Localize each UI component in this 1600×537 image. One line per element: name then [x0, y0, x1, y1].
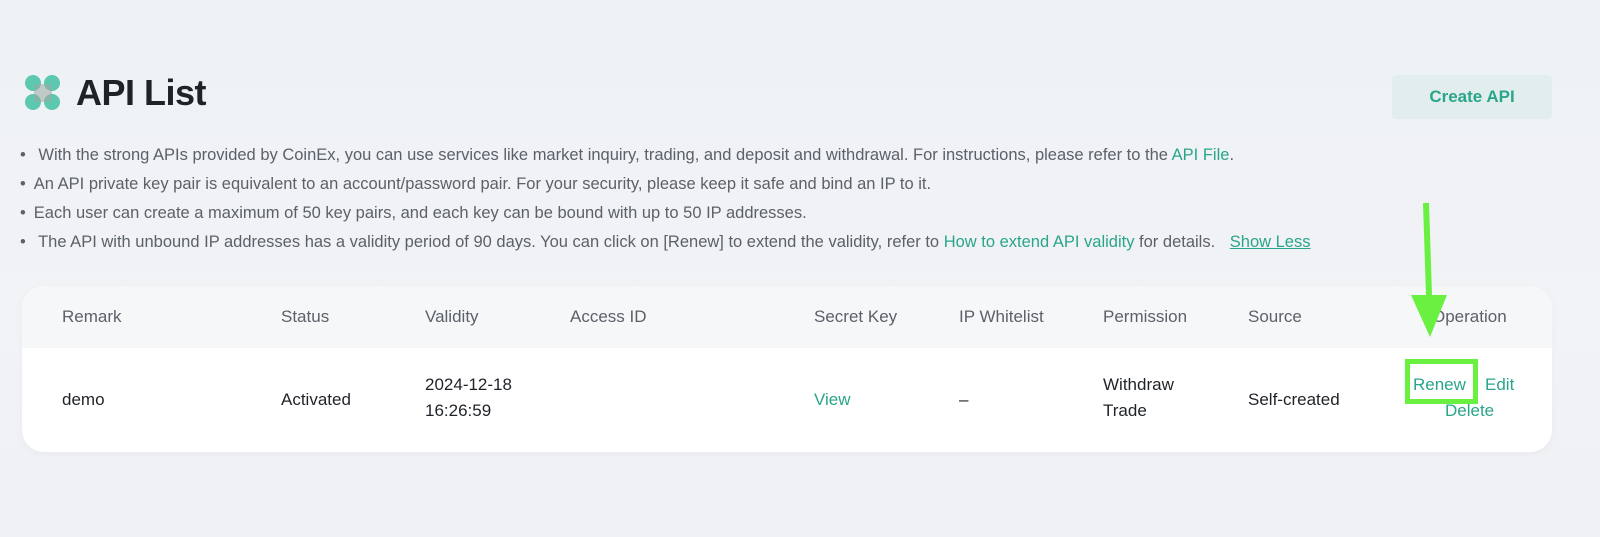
- api-file-link[interactable]: API File: [1172, 146, 1230, 164]
- col-operation: Operation: [1432, 307, 1507, 326]
- page-title: API List: [76, 72, 207, 113]
- note-text: Each user can create a maximum of 50 key…: [33, 204, 807, 222]
- cell-remark: demo: [62, 390, 105, 409]
- extend-validity-link[interactable]: How to extend API validity: [944, 233, 1135, 251]
- edit-button[interactable]: Edit: [1485, 372, 1514, 398]
- col-ip-whitelist: IP Whitelist: [959, 307, 1044, 326]
- validity-time: 16:26:59: [425, 401, 492, 420]
- cell-validity: 2024-12-18 16:26:59: [425, 372, 512, 424]
- page-header: API List: [25, 72, 207, 114]
- col-permission: Permission: [1103, 307, 1188, 326]
- cell-status: Activated: [281, 390, 351, 409]
- col-source: Source: [1248, 307, 1302, 326]
- note-item: The API with unbound IP addresses has a …: [20, 230, 1310, 259]
- view-secret-key-link[interactable]: View: [814, 348, 851, 452]
- table-row: demo Activated 2024-12-18 16:26:59 View …: [22, 348, 1552, 452]
- cell-source: Self-created: [1248, 390, 1340, 409]
- note-text: for details.: [1139, 233, 1216, 251]
- col-remark: Remark: [62, 307, 122, 326]
- api-logo-icon: [25, 75, 61, 111]
- table-header: Remark Status Validity Access ID Secret …: [22, 286, 1552, 348]
- note-item: With the strong APIs provided by CoinEx,…: [20, 143, 1310, 172]
- create-api-button[interactable]: Create API: [1392, 75, 1552, 119]
- col-access-id: Access ID: [570, 307, 647, 326]
- note-text: An API private key pair is equivalent to…: [33, 175, 932, 193]
- permission-trade: Trade: [1103, 401, 1147, 420]
- col-secret-key: Secret Key: [814, 307, 898, 326]
- col-status: Status: [281, 307, 330, 326]
- validity-date: 2024-12-18: [425, 375, 512, 394]
- delete-button[interactable]: Delete: [1445, 398, 1494, 424]
- note-item: An API private key pair is equivalent to…: [20, 172, 1310, 201]
- cell-permission: Withdraw Trade: [1103, 372, 1174, 424]
- api-notes-list: With the strong APIs provided by CoinEx,…: [20, 143, 1311, 259]
- cell-ip-whitelist: –: [959, 390, 969, 409]
- note-text: With the strong APIs provided by CoinEx,…: [38, 146, 1168, 164]
- api-table: Remark Status Validity Access ID Secret …: [22, 286, 1552, 452]
- col-validity: Validity: [425, 307, 479, 326]
- renew-button[interactable]: Renew: [1413, 372, 1466, 398]
- note-text: .: [1229, 146, 1235, 164]
- permission-withdraw: Withdraw: [1103, 375, 1174, 394]
- show-less-link[interactable]: Show Less: [1230, 233, 1311, 251]
- note-text: The API with unbound IP addresses has a …: [38, 233, 940, 251]
- note-item: Each user can create a maximum of 50 key…: [20, 201, 1310, 230]
